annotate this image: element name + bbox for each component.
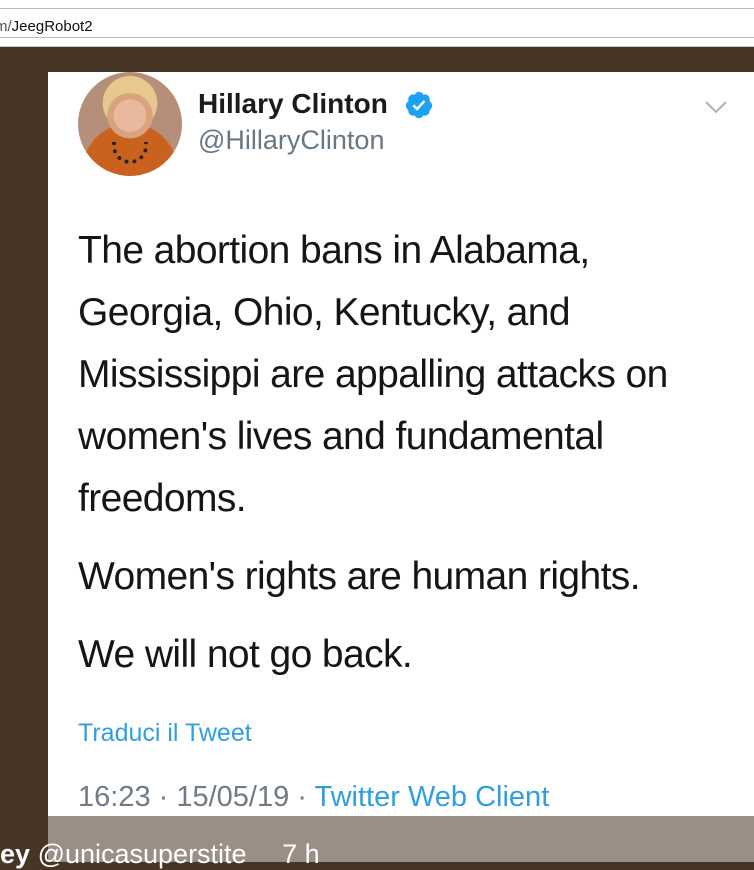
tweet-card: Hillary Clinton @HillaryClinton The abor… (48, 72, 754, 816)
verified-badge-icon (405, 91, 433, 119)
browser-toolbar: m/JeegRobot2 (0, 0, 754, 47)
author-name[interactable]: Hillary Clinton (198, 88, 388, 120)
tweet-client-link[interactable]: Twitter Web Client (314, 781, 549, 813)
reply-header: ey @unicasuperstite 7 h (0, 838, 320, 870)
tweet-text: The abortion bans in Alabama, Georgia, O… (78, 220, 718, 686)
avatar-necklace (112, 142, 148, 164)
chevron-down-icon[interactable] (704, 100, 728, 114)
reply-user-handle[interactable]: @unicasuperstite (38, 839, 247, 869)
author-handle[interactable]: @HillaryClinton (198, 124, 384, 156)
reply-time: 7 h (282, 839, 320, 869)
tweet-paragraph: We will not go back. (78, 633, 413, 676)
url-path: JeegRobot2 (11, 18, 93, 35)
tweet-meta: 16:23 · 15/05/19 · Twitter Web Client (78, 780, 549, 814)
address-text: m/JeegRobot2 (0, 18, 93, 36)
address-bar[interactable]: m/JeegRobot2 (0, 8, 754, 38)
page-background-strip (0, 47, 754, 72)
tweet-paragraph: Women's rights are human rights. (78, 555, 641, 598)
tweet-paragraph: The abortion bans in Alabama, Georgia, O… (78, 229, 668, 520)
avatar[interactable] (78, 72, 182, 176)
tweet-timestamp[interactable]: 16:23 · 15/05/19 · (78, 781, 314, 813)
url-prefix: m/ (0, 18, 12, 35)
translate-tweet-link[interactable]: Traduci il Tweet (78, 718, 252, 748)
reply-user-name[interactable]: ey (0, 839, 30, 869)
